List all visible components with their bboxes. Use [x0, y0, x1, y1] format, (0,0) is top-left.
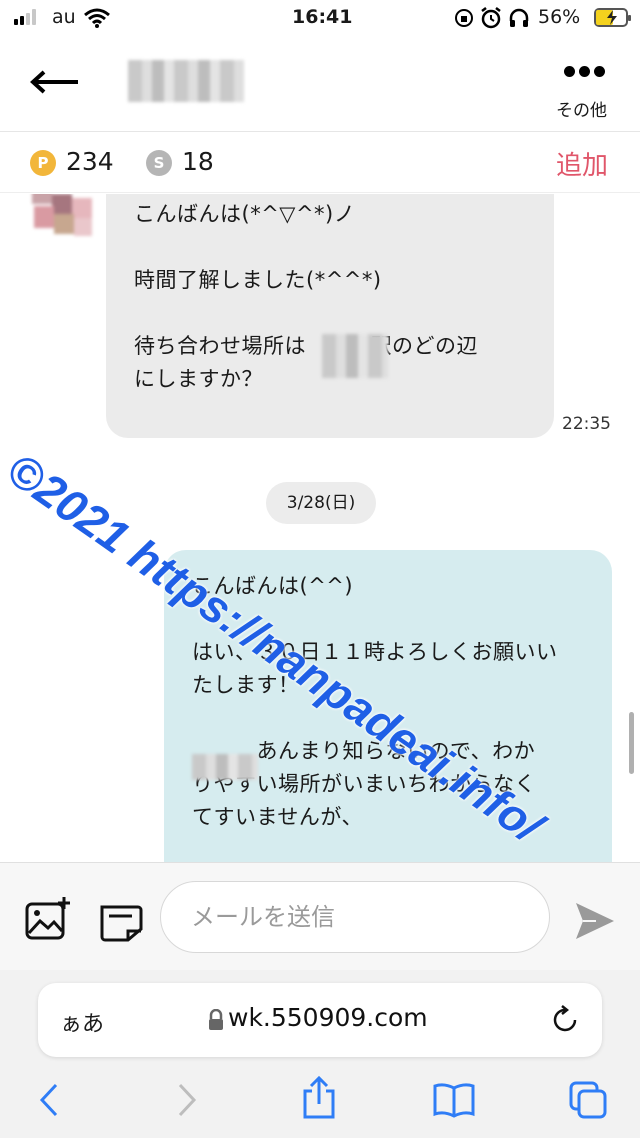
alarm-icon [481, 7, 501, 29]
message-line [134, 231, 526, 264]
message-line: こんばんは(*^▽^*)ノ [134, 202, 356, 226]
points-bar: P 234 S 18 追加 [0, 133, 640, 193]
received-message-bubble[interactable]: こんばんは(*^▽^*)ノ 時間了解しました(*^^*) 待ち合わせ場所は 駅の… [106, 194, 554, 438]
contact-name-blurred [128, 60, 244, 102]
text-size-button[interactable]: ぁあ [60, 1006, 104, 1038]
lock-icon [209, 1009, 223, 1030]
battery-percent: 56% [538, 6, 581, 28]
more-icon[interactable] [564, 66, 606, 78]
clock: 16:41 [292, 6, 353, 28]
address-bar[interactable]: ぁあ wk.550909.com [38, 983, 602, 1057]
browser-toolbar: ぁあ wk.550909.com [0, 970, 640, 1138]
s-coin-icon: S [146, 150, 172, 176]
avatar[interactable] [14, 194, 94, 240]
p-points-value: 234 [66, 147, 114, 176]
reload-icon[interactable] [552, 1005, 580, 1035]
compose-bar: メールを送信 [0, 862, 640, 970]
headphones-icon [509, 8, 529, 27]
more-label[interactable]: その他 [556, 96, 607, 121]
battery-icon [594, 8, 631, 27]
rotation-lock-icon [455, 9, 473, 27]
back-icon[interactable] [38, 1082, 60, 1118]
message-line [134, 297, 526, 330]
redacted-station-name [322, 334, 388, 378]
wifi-icon [84, 8, 110, 28]
redacted-name [192, 754, 258, 780]
back-arrow-icon[interactable] [30, 68, 80, 96]
chat-area[interactable]: こんばんは(*^▽^*)ノ 時間了解しました(*^^*) 待ち合わせ場所は 駅の… [0, 194, 640, 862]
send-icon[interactable] [574, 901, 616, 941]
template-card-icon[interactable] [98, 903, 144, 943]
bookmarks-icon[interactable] [432, 1082, 476, 1118]
p-coin-icon: P [30, 150, 56, 176]
date-separator: 3/28(日) [266, 482, 376, 524]
message-line: 時間了解しました(*^^*) [134, 268, 382, 292]
add-points-button[interactable]: 追加 [556, 145, 608, 182]
message-timestamp: 22:35 [562, 414, 611, 434]
add-photo-icon[interactable] [24, 895, 72, 941]
chat-header: その他 [0, 36, 640, 132]
url-text[interactable]: wk.550909.com [228, 1003, 428, 1032]
forward-icon[interactable] [176, 1082, 198, 1118]
status-bar: au 16:41 56% [0, 0, 640, 36]
tabs-icon[interactable] [568, 1080, 608, 1120]
signal-icon [14, 9, 40, 25]
scrollbar[interactable] [629, 712, 634, 774]
message-input[interactable]: メールを送信 [160, 881, 550, 953]
s-points-value: 18 [182, 147, 214, 176]
share-icon[interactable] [302, 1076, 336, 1120]
carrier-label: au [52, 6, 76, 28]
